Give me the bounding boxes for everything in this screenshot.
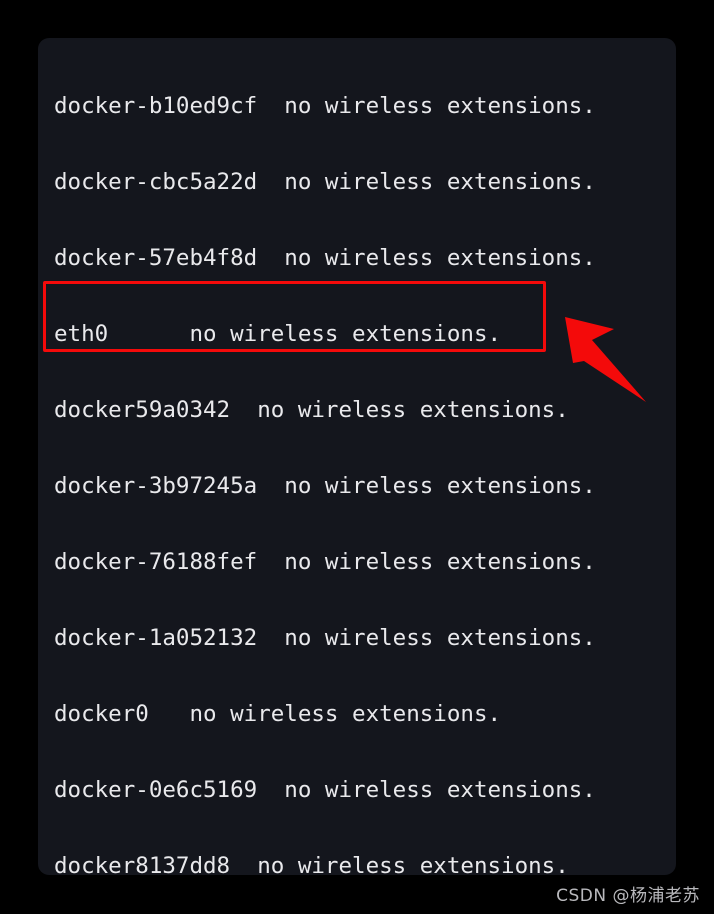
interface-status-message: no wireless extensions.: [284, 549, 596, 575]
terminal-line: docker-1a052132 no wireless extensions.: [54, 600, 676, 676]
column-gap: [257, 625, 284, 651]
terminal-line: docker-57eb4f8d no wireless extensions.: [54, 220, 676, 296]
interface-name: docker0: [54, 701, 149, 727]
terminal-line: docker59a0342 no wireless extensions.: [54, 372, 676, 448]
interface-name: eth0: [54, 321, 109, 347]
terminal-line: docker-3b97245a no wireless extensions.: [54, 448, 676, 524]
interface-status-message: no wireless extensions.: [284, 169, 596, 195]
interface-status-message: no wireless extensions.: [284, 777, 596, 803]
terminal-panel[interactable]: docker-b10ed9cf no wireless extensions. d…: [38, 38, 676, 875]
column-gap: [149, 701, 190, 727]
watermark-label: CSDN @杨浦老苏: [556, 886, 700, 906]
interface-name: docker-b10ed9cf: [54, 93, 258, 119]
terminal-line: docker-cbc5a22d no wireless extensions.: [54, 144, 676, 220]
column-gap: [230, 853, 257, 875]
interface-name: docker-3b97245a: [54, 473, 258, 499]
terminal-output-list: docker-b10ed9cf no wireless extensions. d…: [54, 68, 676, 875]
interface-status-message: no wireless extensions.: [284, 473, 596, 499]
terminal-line: eth0 no wireless extensions.: [54, 296, 676, 372]
column-gap: [108, 321, 189, 347]
column-gap: [230, 397, 257, 423]
terminal-line: docker-b10ed9cf no wireless extensions.: [54, 68, 676, 144]
interface-status-message: no wireless extensions.: [257, 397, 569, 423]
column-gap: [257, 549, 284, 575]
interface-status-message: no wireless extensions.: [189, 321, 502, 347]
interface-name: docker-cbc5a22d: [54, 169, 258, 195]
terminal-line: docker-76188fef no wireless extensions.: [54, 524, 676, 600]
interface-name: docker-1a052132: [54, 625, 258, 651]
terminal-line: docker0 no wireless extensions.: [54, 676, 676, 752]
interface-status-message: no wireless extensions.: [257, 853, 569, 875]
column-gap: [257, 169, 284, 195]
terminal-line: docker8137dd8 no wireless extensions.: [54, 828, 676, 875]
interface-name: docker59a0342: [54, 397, 231, 423]
interface-name: docker-0e6c5169: [54, 777, 258, 803]
interface-status-message: no wireless extensions.: [284, 625, 596, 651]
column-gap: [257, 473, 284, 499]
interface-status-message: no wireless extensions.: [189, 701, 502, 727]
column-gap: [257, 245, 284, 271]
interface-status-message: no wireless extensions.: [284, 245, 596, 271]
interface-name: docker-57eb4f8d: [54, 245, 258, 271]
terminal-line: docker-0e6c5169 no wireless extensions.: [54, 752, 676, 828]
column-gap: [257, 93, 284, 119]
interface-name: docker8137dd8: [54, 853, 231, 875]
interface-name: docker-76188fef: [54, 549, 258, 575]
interface-status-message: no wireless extensions.: [284, 93, 596, 119]
column-gap: [257, 777, 284, 803]
